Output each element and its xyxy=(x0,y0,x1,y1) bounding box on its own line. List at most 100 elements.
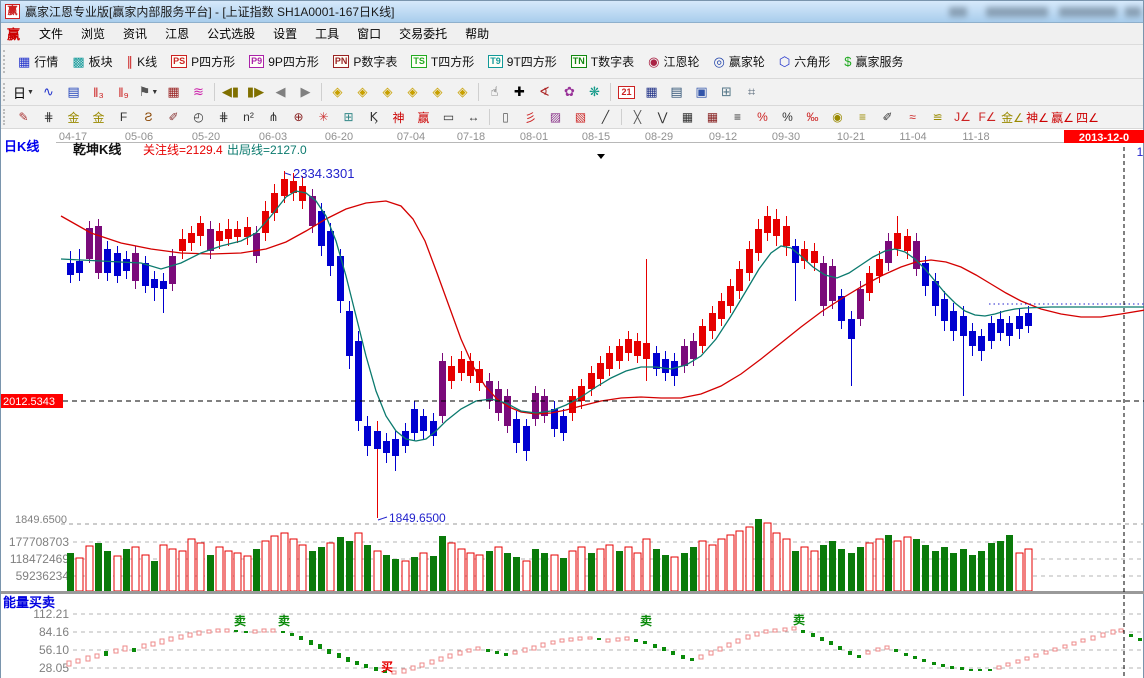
zoom-cross-button[interactable]: ◈ xyxy=(400,81,425,104)
zoom-all-button[interactable]: ◈ xyxy=(450,81,475,104)
percent-button[interactable]: % xyxy=(775,107,800,127)
winner-wheel-button[interactable]: ◎ 赢家轮 xyxy=(707,48,772,76)
hatch-tool-button[interactable]: ⋕ xyxy=(36,107,61,127)
menu-item-10[interactable]: 帮助 xyxy=(456,23,498,44)
zigzag-view-button[interactable]: ∿ xyxy=(36,81,61,104)
flower-tool-button[interactable]: ✿ xyxy=(557,81,582,104)
menu-item-5[interactable]: 公式选股 xyxy=(198,23,264,44)
multi-line-tool-button[interactable]: ╳ xyxy=(625,107,650,127)
menu-item-7[interactable]: 工具 xyxy=(306,23,348,44)
zoom-horizontal-button[interactable]: ◈ xyxy=(375,81,400,104)
menu-item-8[interactable]: 窗口 xyxy=(348,23,390,44)
t-square-button[interactable]: TS T四方形 xyxy=(404,48,481,76)
menu-item-1[interactable]: 文件 xyxy=(30,23,72,44)
zoom-vertical-button[interactable]: ◈ xyxy=(425,81,450,104)
gold-angle-button[interactable]: 金∠ xyxy=(1000,107,1025,127)
hatch-2-button[interactable]: ⋕ xyxy=(211,107,236,127)
pencil-2-button[interactable]: ✐ xyxy=(161,107,186,127)
k-quote-button[interactable]: Ϗ xyxy=(361,107,386,127)
first-page-button[interactable]: ◀▮ xyxy=(218,81,243,104)
toolbar-grip[interactable] xyxy=(3,49,8,74)
chart-area[interactable]: 04-17 05-06 05-20 06-03 06-20 07-04 07-18 08-01… xyxy=(1,129,1144,678)
width-tool-button[interactable]: ↔ xyxy=(461,107,486,127)
calculator-button[interactable]: ▦ xyxy=(639,81,664,104)
permille-button[interactable]: ‰ xyxy=(800,107,825,127)
p-number-table-button[interactable]: PN P数字表 xyxy=(326,48,405,76)
period-selector-button[interactable]: 日 ▼ xyxy=(11,81,36,104)
spiral-tool-button[interactable]: Ƨ xyxy=(136,107,161,127)
angle-measure-button[interactable]: ∢ xyxy=(532,81,557,104)
f-angle-button[interactable]: F∠ xyxy=(975,107,1000,127)
purple-box-tool-button[interactable]: ▨ xyxy=(543,107,568,127)
target-grid-button[interactable]: ⊞ xyxy=(336,107,361,127)
last-page-button[interactable]: ▮▶ xyxy=(243,81,268,104)
clipboard-view-button[interactable]: ▤ xyxy=(61,81,86,104)
menu-item-2[interactable]: 浏览 xyxy=(72,23,114,44)
gold-level-button[interactable]: ≌ xyxy=(925,107,950,127)
grid-view-button[interactable]: ▦ xyxy=(161,81,186,104)
remote-computer-button[interactable]: ⌗ xyxy=(739,81,764,104)
calendar-21-button[interactable]: 21 xyxy=(614,81,639,104)
gate-tool-button[interactable]: ▯ xyxy=(493,107,518,127)
grid-red-button[interactable]: ▦ xyxy=(700,107,725,127)
hand-tool-button[interactable]: ☝ xyxy=(482,81,507,104)
diag-line-tool-button[interactable]: ╱ xyxy=(593,107,618,127)
9t-square-button[interactable]: T9 9T四方形 xyxy=(481,48,564,76)
menu-item-6[interactable]: 设置 xyxy=(264,23,306,44)
kline-chart-svg[interactable]: 04-17 05-06 05-20 06-03 06-20 07-04 07-18 08-01… xyxy=(1,129,1144,678)
percent-chart-button[interactable]: ≡ xyxy=(725,107,750,127)
menu-item-9[interactable]: 交易委托 xyxy=(390,23,456,44)
target-star-button[interactable]: ✳ xyxy=(311,107,336,127)
target-circle-button[interactable]: ⊕ xyxy=(286,107,311,127)
valley-tool-button[interactable]: ⋁ xyxy=(650,107,675,127)
f-hatch-button[interactable]: F xyxy=(111,107,136,127)
app-logo-icon[interactable]: 赢 xyxy=(5,4,20,19)
ying-grid-button[interactable]: 赢 xyxy=(411,107,436,127)
si-angle-button[interactable]: 四∠ xyxy=(1075,107,1100,127)
pencil-tool-button[interactable]: ✎ xyxy=(11,107,36,127)
gann-wheel-button[interactable]: ◉ 江恩轮 xyxy=(641,48,706,76)
brain-tool-button[interactable]: ❋ xyxy=(582,81,607,104)
export-data-button[interactable]: ⊞ xyxy=(714,81,739,104)
next-page-button[interactable]: ▶ xyxy=(293,81,318,104)
menu-item-3[interactable]: 资讯 xyxy=(114,23,156,44)
rays-tool-button[interactable]: 彡 xyxy=(518,107,543,127)
bars-3-button[interactable]: ǁ₃ xyxy=(86,81,111,104)
toolbar-grip[interactable] xyxy=(3,82,8,102)
quotes-button[interactable]: ▦ 行情 xyxy=(11,48,65,76)
menu-item-4[interactable]: 江恩 xyxy=(156,23,198,44)
flag-marker-button[interactable]: ⚑ ▼ xyxy=(136,81,161,104)
toolbar-grip[interactable] xyxy=(3,109,8,125)
t-number-table-button[interactable]: TN T数字表 xyxy=(564,48,641,76)
prev-page-button[interactable]: ◀ xyxy=(268,81,293,104)
fan-tool-button[interactable]: ⋔ xyxy=(261,107,286,127)
9p-square-button[interactable]: P9 9P四方形 xyxy=(242,48,326,76)
gold-hatch-2-button[interactable]: 金 xyxy=(86,107,111,127)
winner-service-button[interactable]: $ 赢家服务 xyxy=(837,48,910,76)
n-squared-button[interactable]: n² xyxy=(236,107,261,127)
hexagon-button[interactable]: ⬡ 六角形 xyxy=(772,48,837,76)
gold-circle-button[interactable]: ◉ xyxy=(825,107,850,127)
sectors-button[interactable]: ▩ 板块 xyxy=(65,48,119,76)
ying-angle-button[interactable]: 赢∠ xyxy=(1050,107,1075,127)
p-square-button[interactable]: PS P四方形 xyxy=(164,48,242,76)
kline-button[interactable]: ∥ K线 xyxy=(120,48,165,76)
grid-black-button[interactable]: ▦ xyxy=(675,107,700,127)
ruler-tool-button[interactable]: ▭ xyxy=(436,107,461,127)
brush-tool-button[interactable]: ✐ xyxy=(875,107,900,127)
save-button[interactable]: ▣ xyxy=(689,81,714,104)
clock-tool-button[interactable]: ◴ xyxy=(186,107,211,127)
crosshair-tool-button[interactable]: ✚ xyxy=(507,81,532,104)
wave-tool-button[interactable]: ≈ xyxy=(900,107,925,127)
red-box-tool-button[interactable]: ▧ xyxy=(568,107,593,127)
notes-button[interactable]: ▤ xyxy=(664,81,689,104)
zoom-right-button[interactable]: ◈ xyxy=(350,81,375,104)
percent-line-button[interactable]: % xyxy=(750,107,775,127)
bars-9-button[interactable]: ǁ₉ xyxy=(111,81,136,104)
zoom-left-button[interactable]: ◈ xyxy=(325,81,350,104)
j-angle-button[interactable]: J∠ xyxy=(950,107,975,127)
shen-angle-button[interactable]: 神∠ xyxy=(1025,107,1050,127)
gold-lines-button[interactable]: ≡ xyxy=(850,107,875,127)
color-bars-button[interactable]: ≋ xyxy=(186,81,211,104)
gold-hatch-1-button[interactable]: 金 xyxy=(61,107,86,127)
